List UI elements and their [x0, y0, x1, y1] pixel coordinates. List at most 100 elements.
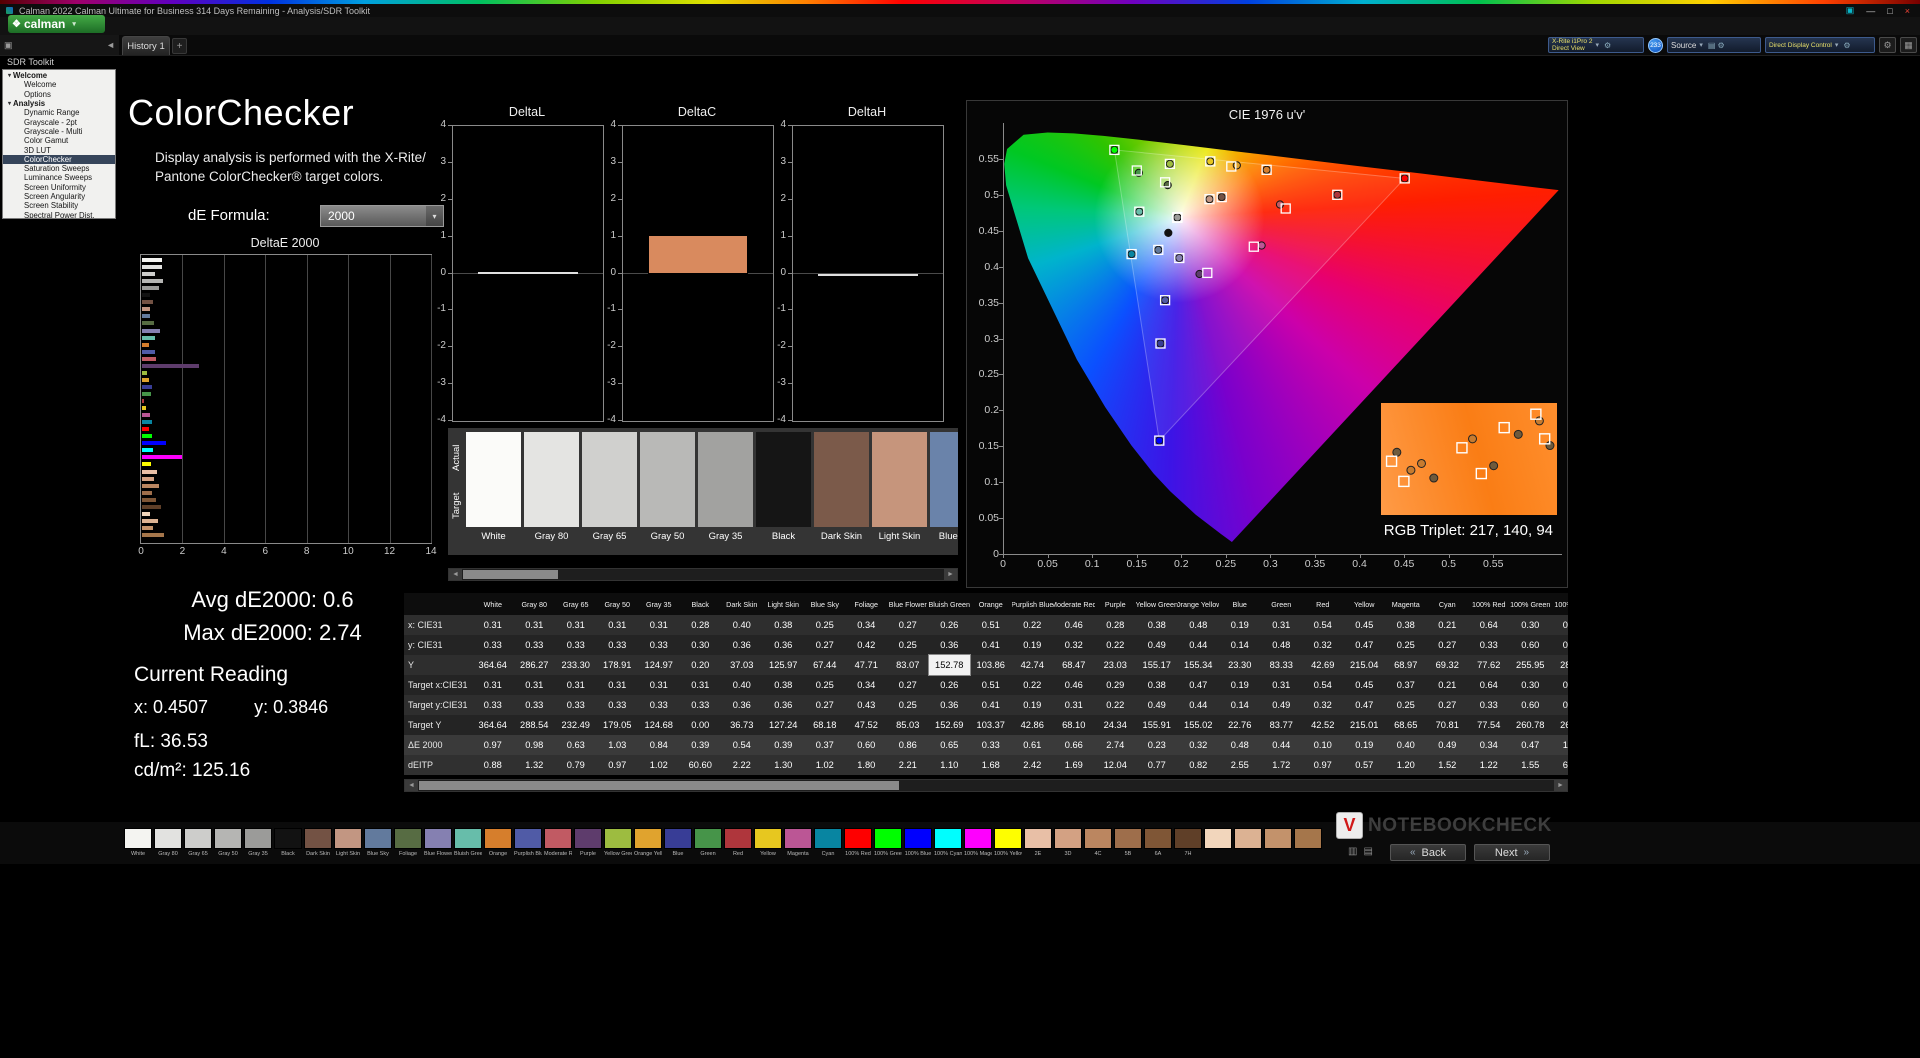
table-cell[interactable]: 0.06: [1551, 635, 1568, 655]
display-control-dropdown[interactable]: Direct Display Control ▾ ⚙: [1765, 37, 1875, 53]
table-cell[interactable]: 67.44: [804, 655, 846, 675]
table-cell[interactable]: 68.65: [1385, 715, 1427, 735]
table-cell[interactable]: 77.54: [1468, 715, 1510, 735]
strip-patch-yellow[interactable]: [754, 828, 782, 849]
table-cell[interactable]: 0.23: [1136, 735, 1178, 755]
source-gear-icon[interactable]: ⚙: [1717, 41, 1724, 50]
table-cell[interactable]: 2.22: [721, 755, 763, 775]
table-cell[interactable]: 0.39: [680, 735, 722, 755]
strip-patch-purple[interactable]: [574, 828, 602, 849]
table-cell[interactable]: 0.36: [763, 695, 805, 715]
table-cell[interactable]: 0.31: [680, 675, 722, 695]
table-cell[interactable]: 0.27: [887, 675, 929, 695]
table-cell[interactable]: 0.27: [1427, 695, 1469, 715]
table-cell[interactable]: 0.14: [1219, 695, 1261, 715]
table-cell[interactable]: 0.22: [1012, 675, 1054, 695]
table-cell[interactable]: 1.80: [846, 755, 888, 775]
table-cell[interactable]: 255.95: [1510, 655, 1552, 675]
table-cell[interactable]: 68.10: [1053, 715, 1095, 735]
table-cell[interactable]: 0.36: [721, 695, 763, 715]
meter-count-badge[interactable]: 233: [1648, 37, 1663, 53]
table-cell[interactable]: 0.19: [1344, 735, 1386, 755]
table-cell[interactable]: 0.38: [763, 675, 805, 695]
table-cell[interactable]: 1.22: [1468, 755, 1510, 775]
list-icon[interactable]: ▤: [1363, 846, 1372, 857]
table-cell[interactable]: 26.35: [1551, 715, 1568, 735]
table-cell[interactable]: 0.33: [970, 735, 1012, 755]
table-cell[interactable]: 1.02: [804, 755, 846, 775]
table-cell[interactable]: 260.78: [1510, 715, 1552, 735]
table-cell[interactable]: 0.29: [1095, 675, 1137, 695]
strip-patch-cyan[interactable]: [814, 828, 842, 849]
table-cell[interactable]: 0.31: [1261, 615, 1303, 635]
strip-patch-7h[interactable]: [1174, 828, 1202, 849]
meter-gear-icon[interactable]: ⚙: [1604, 41, 1611, 50]
table-cell[interactable]: 0.32: [1302, 695, 1344, 715]
table-cell[interactable]: 0.66: [1053, 735, 1095, 755]
table-cell[interactable]: 0.49: [1261, 695, 1303, 715]
de-formula-select[interactable]: 2000 ▾: [320, 205, 444, 227]
table-cell[interactable]: 0.25: [887, 635, 929, 655]
table-cell[interactable]: 288.54: [514, 715, 556, 735]
table-cell[interactable]: 0.84: [638, 735, 680, 755]
table-cell[interactable]: 0.33: [638, 635, 680, 655]
table-cell[interactable]: 0.44: [1261, 735, 1303, 755]
table-cell[interactable]: 0.40: [721, 615, 763, 635]
table-cell[interactable]: 0.38: [1136, 675, 1178, 695]
strip-patch-2e[interactable]: [1024, 828, 1052, 849]
swatch-light-skin[interactable]: [872, 432, 927, 527]
table-cell[interactable]: 69.32: [1427, 655, 1469, 675]
table-cell[interactable]: 0.47: [1344, 635, 1386, 655]
table-cell[interactable]: 155.34: [1178, 655, 1220, 675]
table-cell[interactable]: 23.03: [1095, 655, 1137, 675]
table-cell[interactable]: 0.42: [846, 635, 888, 655]
table-cell[interactable]: 0.47: [1178, 675, 1220, 695]
table-cell[interactable]: 0.44: [1178, 695, 1220, 715]
table-cell[interactable]: 0.32: [1302, 635, 1344, 655]
table-cell[interactable]: 0.54: [1302, 615, 1344, 635]
table-cell[interactable]: 0.31: [597, 675, 639, 695]
table-cell[interactable]: 37.03: [721, 655, 763, 675]
table-cell[interactable]: 1.72: [1261, 755, 1303, 775]
table-cell[interactable]: 0.40: [1385, 735, 1427, 755]
table-cell[interactable]: 36.73: [721, 715, 763, 735]
sidebar-item-spectral-power-dist-[interactable]: Spectral Power Dist.: [3, 210, 115, 218]
table-cell[interactable]: 0.45: [1344, 675, 1386, 695]
tab-history-1[interactable]: History 1: [122, 36, 170, 55]
table-cell[interactable]: 2.74: [1095, 735, 1137, 755]
table-cell[interactable]: 0.57: [1344, 755, 1386, 775]
table-cell[interactable]: 0.31: [597, 615, 639, 635]
table-cell[interactable]: 1.32: [514, 755, 556, 775]
table-cell[interactable]: 0.40: [721, 675, 763, 695]
maximize-icon[interactable]: □: [1887, 6, 1892, 16]
table-cell[interactable]: 0.34: [1468, 735, 1510, 755]
table-cell[interactable]: 0.46: [1053, 615, 1095, 635]
sidebar-item-3d-lut[interactable]: 3D LUT: [3, 145, 115, 155]
table-cell[interactable]: 0.60: [1510, 635, 1552, 655]
strip-patch-gray-80[interactable]: [154, 828, 182, 849]
table-cell[interactable]: 0.31: [638, 675, 680, 695]
table-cell[interactable]: 0.60: [846, 735, 888, 755]
table-cell[interactable]: 0.25: [804, 615, 846, 635]
table-cell[interactable]: 155.91: [1136, 715, 1178, 735]
table-cell[interactable]: 0.60: [1510, 695, 1552, 715]
add-tab-button[interactable]: +: [172, 38, 187, 54]
strip-patch-gray-35[interactable]: [244, 828, 272, 849]
close-icon[interactable]: ×: [1905, 6, 1910, 16]
table-cell[interactable]: 103.86: [970, 655, 1012, 675]
table-cell[interactable]: 0.33: [472, 635, 514, 655]
strip-patch-moderate-red[interactable]: [544, 828, 572, 849]
table-cell[interactable]: 0.30: [680, 635, 722, 655]
table-cell[interactable]: 1.68: [970, 755, 1012, 775]
sidebar-item-screen-stability[interactable]: Screen Stability: [3, 201, 115, 210]
table-cell[interactable]: 0.47: [1344, 695, 1386, 715]
strip-patch-white[interactable]: [124, 828, 152, 849]
table-cell[interactable]: 83.07: [887, 655, 929, 675]
meter-dropdown[interactable]: X-Rite i1Pro 2 Direct View ▾ ⚙: [1548, 37, 1644, 53]
table-cell[interactable]: 0.22: [1012, 615, 1054, 635]
display-gear-icon[interactable]: ⚙: [1843, 41, 1850, 50]
swatch-scroll-right-icon[interactable]: ►: [944, 569, 957, 580]
table-cell[interactable]: 0.27: [804, 695, 846, 715]
table-cell[interactable]: 24.34: [1095, 715, 1137, 735]
table-cell[interactable]: 0.36: [763, 635, 805, 655]
